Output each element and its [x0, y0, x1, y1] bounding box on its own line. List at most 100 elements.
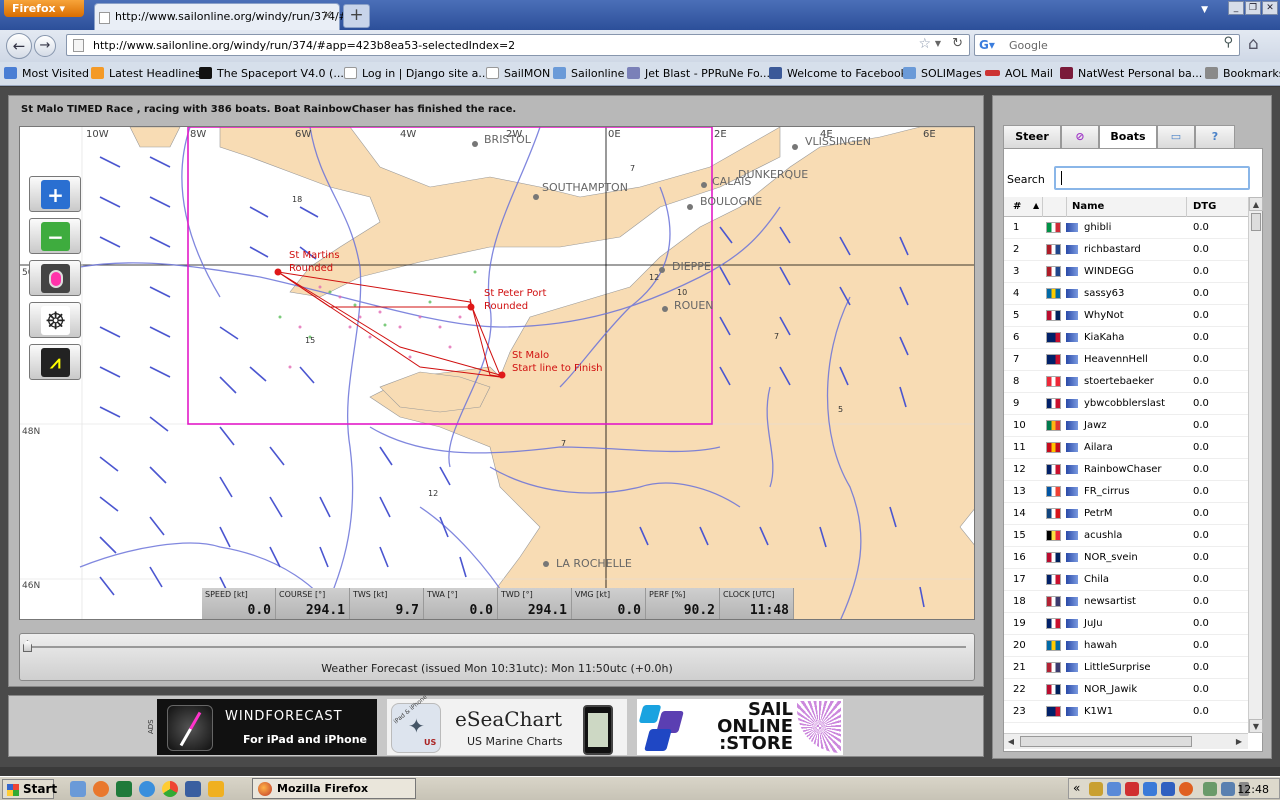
boat-search-input[interactable] [1054, 166, 1250, 190]
measure-button[interactable]: ⩘ [29, 344, 81, 380]
center-boat-button[interactable] [29, 260, 81, 296]
boat-row[interactable]: 17 Chila 0.0 [1004, 569, 1248, 591]
tray-icon[interactable] [1125, 782, 1139, 796]
scroll-left-icon[interactable]: ◀ [1004, 734, 1018, 749]
search-icon[interactable]: ⚲ [1223, 35, 1233, 50]
bookmark-sailmon[interactable]: SailMON [486, 67, 550, 80]
bookmark-sailonline[interactable]: Sailonline [553, 67, 624, 80]
google-icon[interactable]: G▾ [979, 38, 995, 52]
taskbar-firefox-window[interactable]: Mozilla Firefox [252, 778, 416, 799]
reload-icon[interactable]: ↻ [952, 36, 963, 51]
boat-name[interactable]: FR_cirrus [1084, 486, 1130, 497]
boat-row[interactable]: 14 PetrM 0.0 [1004, 503, 1248, 525]
back-button[interactable]: ← [6, 33, 32, 59]
tab-compass[interactable]: ⊘ [1061, 125, 1099, 149]
tray-icon[interactable] [1107, 782, 1121, 796]
chrome-icon[interactable] [162, 781, 178, 797]
tray-expand-icon[interactable]: « [1073, 781, 1080, 795]
home-icon[interactable]: ⌂ [1248, 34, 1259, 54]
scroll-thumb[interactable] [1251, 213, 1261, 231]
boat-name[interactable]: Ailara [1084, 442, 1113, 453]
boat-row[interactable]: 18 newsartist 0.0 [1004, 591, 1248, 613]
boat-name[interactable]: ybwcobblerslast [1084, 398, 1165, 409]
close-tab-icon[interactable]: × [322, 8, 333, 23]
quicklaunch-icon[interactable] [70, 781, 86, 797]
bookmark-django[interactable]: Log in | Django site a... [344, 67, 489, 80]
hscroll-thumb[interactable] [1020, 736, 1192, 747]
scroll-down-icon[interactable]: ▼ [1249, 719, 1263, 733]
media-icon[interactable] [208, 781, 224, 797]
boat-name[interactable]: sassy63 [1084, 288, 1124, 299]
tab-chat[interactable]: ▭ [1157, 125, 1195, 149]
boat-name[interactable]: HeavennHell [1084, 354, 1148, 365]
boat-name[interactable]: acushla [1084, 530, 1122, 541]
vertical-scrollbar[interactable]: ▲ ▼ [1248, 197, 1263, 733]
boat-row[interactable]: 23 K1W1 0.0 [1004, 701, 1248, 723]
boat-name[interactable]: ghibli [1084, 222, 1111, 233]
tray-icon[interactable] [1143, 782, 1157, 796]
monitor-icon[interactable] [1221, 782, 1235, 796]
boat-row[interactable]: 6 KiaKaha 0.0 [1004, 327, 1248, 349]
desktop-icon[interactable] [185, 781, 201, 797]
url-bar[interactable]: http://www.sailonline.org/windy/run/374/… [66, 34, 970, 56]
bookmark-spaceport[interactable]: The Spaceport V4.0 (... [199, 67, 344, 80]
tray-icon[interactable] [1089, 782, 1103, 796]
boat-name[interactable]: LittleSurprise [1084, 662, 1151, 673]
boat-name[interactable]: JuJu [1084, 618, 1103, 629]
boat-name[interactable]: WhyNot [1084, 310, 1124, 321]
browser-tab[interactable]: http://www.sailonline.org/windy/run/374/… [94, 3, 348, 30]
column-name[interactable]: Name [1072, 201, 1104, 212]
excel-icon[interactable] [116, 781, 132, 797]
boat-row[interactable]: 12 RainbowChaser 0.0 [1004, 459, 1248, 481]
tray-icon[interactable] [1161, 782, 1175, 796]
bookmark-natwest[interactable]: NatWest Personal ba... [1060, 67, 1202, 80]
tab-help[interactable]: ? [1195, 125, 1235, 149]
firefox-menu-button[interactable]: Firefox ▾ [4, 0, 84, 17]
boat-name[interactable]: KiaKaha [1084, 332, 1124, 343]
helm-button[interactable]: ☸ [29, 302, 81, 338]
boat-row[interactable]: 22 NOR_Jawik 0.0 [1004, 679, 1248, 701]
network-icon[interactable] [1203, 782, 1217, 796]
boat-name[interactable]: newsartist [1084, 596, 1136, 607]
close-window-icon[interactable]: ✕ [1262, 1, 1278, 15]
tray-icon[interactable] [1179, 782, 1193, 796]
timeline-track[interactable] [26, 646, 966, 648]
boat-name[interactable]: PetrM [1084, 508, 1113, 519]
boat-row[interactable]: 20 hawah 0.0 [1004, 635, 1248, 657]
sort-asc-icon[interactable]: ▲ [1033, 201, 1039, 210]
ad-eseachart[interactable]: iPad & iPhone ✦ US eSeaChart US Marine C… [387, 694, 627, 755]
scroll-up-icon[interactable]: ▲ [1249, 197, 1263, 211]
bookmark-star-icon[interactable]: ☆ [918, 36, 931, 52]
boat-row[interactable]: 19 JuJu 0.0 [1004, 613, 1248, 635]
tab-boats[interactable]: Boats [1099, 125, 1157, 149]
boat-row[interactable]: 10 Jawz 0.0 [1004, 415, 1248, 437]
search-input[interactable]: G▾ Google ⚲ [974, 34, 1240, 56]
bookmark-aol[interactable]: AOL Mail [985, 67, 1053, 80]
tab-list-icon[interactable]: ▼ [1201, 5, 1208, 15]
boat-name[interactable]: K1W1 [1084, 706, 1113, 717]
zoom-out-button[interactable]: − [29, 218, 81, 254]
boat-row[interactable]: 5 WhyNot 0.0 [1004, 305, 1248, 327]
url-dropdown-icon[interactable]: ▼ [935, 39, 941, 48]
boat-name[interactable]: richbastard [1084, 244, 1141, 255]
bookmark-latest-headlines[interactable]: Latest Headlines [91, 67, 201, 80]
boat-row[interactable]: 7 HeavennHell 0.0 [1004, 349, 1248, 371]
new-tab-button[interactable]: + [343, 4, 370, 28]
boat-name[interactable]: hawah [1084, 640, 1117, 651]
boat-row[interactable]: 21 LittleSurprise 0.0 [1004, 657, 1248, 679]
bookmark-solimages[interactable]: SOLIMages [903, 67, 982, 80]
race-map[interactable]: 10W 8W 6W 4W 2W 0E 2E 4E 6E 50N 48N 46N … [19, 126, 975, 620]
boat-name[interactable]: NOR_Jawik [1084, 684, 1137, 695]
boat-row[interactable]: 3 WINDEGG 0.0 [1004, 261, 1248, 283]
start-button[interactable]: Start [2, 779, 57, 799]
ie-icon[interactable] [139, 781, 155, 797]
minimize-icon[interactable]: _ [1228, 1, 1244, 15]
boat-row[interactable]: 11 Ailara 0.0 [1004, 437, 1248, 459]
boat-row[interactable]: 8 stoertebaeker 0.0 [1004, 371, 1248, 393]
zoom-in-button[interactable]: + [29, 176, 81, 212]
boat-row[interactable]: 13 FR_cirrus 0.0 [1004, 481, 1248, 503]
bookmark-jetblast[interactable]: Jet Blast - PPRuNe Fo... [627, 67, 770, 80]
boat-row[interactable]: 2 richbastard 0.0 [1004, 239, 1248, 261]
timeline-slider-handle[interactable] [23, 640, 32, 652]
ad-windforecast[interactable]: WINDFORECAST For iPad and iPhone [157, 699, 377, 755]
